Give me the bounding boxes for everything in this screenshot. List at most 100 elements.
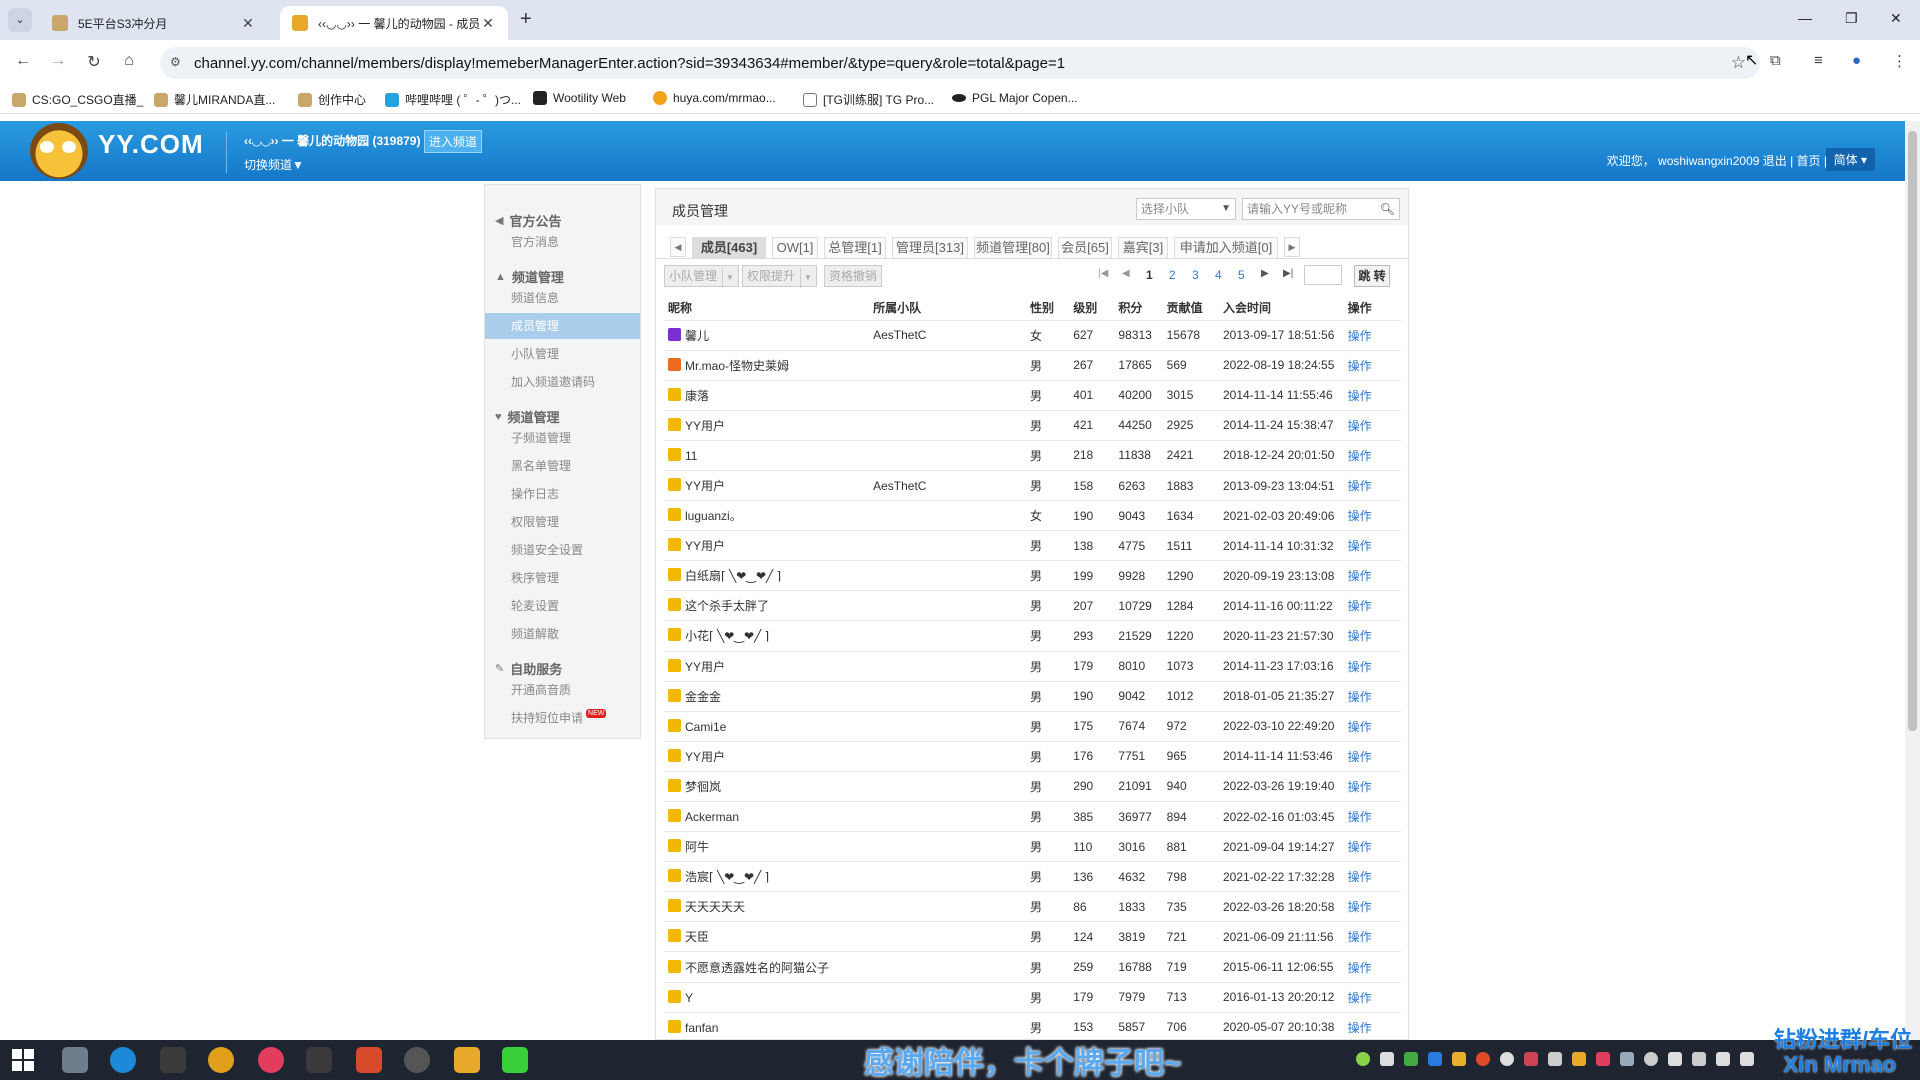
reading-list-icon[interactable]: ≡ bbox=[1814, 52, 1823, 69]
browser-tab-yy[interactable]: ‹‹◡◡›› 一 馨儿的动物园 - 成员管 ✕ bbox=[280, 6, 508, 40]
enter-channel-button[interactable]: 进入频道 bbox=[424, 130, 483, 153]
operate-link[interactable]: 操作 bbox=[1348, 961, 1372, 975]
tray-music-icon[interactable] bbox=[1596, 1052, 1610, 1066]
sidebar-item-dissolve[interactable]: 频道解散 bbox=[485, 621, 640, 647]
member-operate-link[interactable]: 操作 bbox=[1343, 500, 1401, 532]
tray-app-icon[interactable] bbox=[1476, 1052, 1490, 1066]
first-page-icon[interactable]: |◀ bbox=[1098, 268, 1108, 279]
member-operate-link[interactable]: 操作 bbox=[1343, 681, 1401, 712]
last-page-icon[interactable]: ▶| bbox=[1283, 268, 1293, 279]
close-window-icon[interactable]: ✕ bbox=[1890, 10, 1902, 27]
extensions-puzzle-icon[interactable]: ⧉ bbox=[1770, 52, 1781, 69]
5e-app-icon[interactable] bbox=[160, 1047, 186, 1073]
yy-mascot-logo-icon[interactable] bbox=[30, 123, 88, 179]
bookmark-item[interactable]: 哔哩哔哩 ( ゜- ゜)つ... bbox=[385, 91, 521, 108]
page-number[interactable]: 1 bbox=[1146, 268, 1153, 282]
tray-app-icon[interactable] bbox=[1500, 1052, 1514, 1066]
kook-app-icon[interactable] bbox=[502, 1047, 528, 1073]
page-number-input[interactable] bbox=[1304, 265, 1342, 285]
member-operate-link[interactable]: 操作 bbox=[1343, 530, 1401, 562]
sidebar-group-channel-admin[interactable]: ♥ 频道管理 bbox=[495, 407, 560, 426]
operate-link[interactable]: 操作 bbox=[1348, 539, 1372, 553]
member-operate-link[interactable]: 操作 bbox=[1343, 951, 1401, 983]
sidebar-item-subchannel[interactable]: 子频道管理 bbox=[485, 425, 640, 451]
operate-link[interactable]: 操作 bbox=[1348, 720, 1372, 734]
site-info-icon[interactable]: ⚙ bbox=[170, 55, 181, 69]
welcome-user-links[interactable]: 欢迎您， woshiwangxin2009 退出 | 首页 | bbox=[1607, 152, 1827, 169]
sidebar-item-short-id[interactable]: 扶持短位申请 NEW bbox=[485, 705, 640, 731]
tray-app-icon[interactable] bbox=[1644, 1052, 1658, 1066]
sidebar-group-self-service[interactable]: ✎ 自助服务 bbox=[495, 659, 562, 678]
sidebar-item-hq-audio[interactable]: 开通高音质 bbox=[485, 677, 640, 703]
sidebar-item-team-manage[interactable]: 小队管理 bbox=[485, 341, 640, 367]
member-operate-link[interactable]: 操作 bbox=[1343, 440, 1401, 471]
page-scrollbar[interactable] bbox=[1905, 121, 1920, 1040]
sidebar-item-mic-queue[interactable]: 轮麦设置 bbox=[485, 593, 640, 619]
steam-icon[interactable] bbox=[1620, 1052, 1634, 1066]
operate-link[interactable]: 操作 bbox=[1348, 660, 1372, 674]
promote-button[interactable]: 权限提升 ▼ bbox=[742, 265, 817, 288]
operate-link[interactable]: 操作 bbox=[1348, 599, 1372, 613]
scrollbar-thumb[interactable] bbox=[1908, 131, 1917, 731]
close-tab-icon[interactable]: ✕ bbox=[480, 15, 496, 32]
sidebar-item-invite-code[interactable]: 加入频道邀请码 bbox=[485, 369, 640, 395]
tab-channel-managers[interactable]: 频道管理[80] bbox=[974, 237, 1052, 259]
home-icon[interactable]: ⌂ bbox=[118, 52, 140, 70]
obs-studio-icon[interactable] bbox=[404, 1047, 430, 1073]
league-client-icon[interactable] bbox=[306, 1047, 332, 1073]
sidebar-group-announcement[interactable]: ◀ 官方公告 bbox=[495, 211, 561, 230]
operate-link[interactable]: 操作 bbox=[1348, 870, 1372, 884]
page-number[interactable]: 3 bbox=[1192, 268, 1199, 282]
member-operate-link[interactable]: 操作 bbox=[1343, 590, 1401, 622]
operate-link[interactable]: 操作 bbox=[1348, 810, 1372, 824]
bluetooth-icon[interactable] bbox=[1428, 1052, 1442, 1066]
tab-admins[interactable]: 管理员[313] bbox=[892, 237, 968, 259]
tray-app-icon[interactable] bbox=[1524, 1052, 1538, 1066]
tab-general-manager[interactable]: 总管理[1] bbox=[824, 237, 886, 259]
operate-link[interactable]: 操作 bbox=[1348, 449, 1372, 463]
member-operate-link[interactable]: 操作 bbox=[1343, 470, 1401, 502]
member-operate-link[interactable]: 操作 bbox=[1343, 921, 1401, 953]
bookmark-item[interactable]: [TG训练服] TG Pro... bbox=[803, 91, 934, 108]
back-arrow-icon[interactable]: ← bbox=[12, 52, 34, 70]
new-tab-plus-icon[interactable]: + bbox=[520, 8, 532, 31]
member-operate-link[interactable]: 操作 bbox=[1343, 831, 1401, 863]
edge-browser-icon[interactable] bbox=[110, 1047, 136, 1073]
member-operate-link[interactable]: 操作 bbox=[1343, 771, 1401, 803]
chrome-browser-icon[interactable] bbox=[208, 1047, 234, 1073]
member-operate-link[interactable]: 操作 bbox=[1343, 350, 1401, 381]
close-tab-icon[interactable]: ✕ bbox=[240, 15, 256, 32]
operate-link[interactable]: 操作 bbox=[1348, 389, 1372, 403]
tabs-scroll-right-icon[interactable]: ▶ bbox=[1284, 237, 1300, 257]
member-operate-link[interactable]: 操作 bbox=[1343, 891, 1401, 923]
jump-page-button[interactable]: 跳 转 bbox=[1354, 265, 1390, 287]
member-operate-link[interactable]: 操作 bbox=[1343, 711, 1401, 742]
bookmark-item[interactable]: CS:GO_CSGO直播_ bbox=[12, 91, 143, 108]
tray-app-icon[interactable] bbox=[1404, 1052, 1418, 1066]
profile-avatar-icon[interactable]: ● bbox=[1852, 52, 1861, 69]
page-number[interactable]: 2 bbox=[1169, 268, 1176, 282]
sidebar-item-member-manage[interactable]: 成员管理 bbox=[485, 313, 640, 339]
team-select-dropdown[interactable]: 选择小队 ▼ bbox=[1136, 198, 1236, 220]
page-number[interactable]: 4 bbox=[1215, 268, 1222, 282]
operate-link[interactable]: 操作 bbox=[1348, 991, 1372, 1005]
microphone-icon[interactable] bbox=[1668, 1052, 1682, 1066]
tab-members[interactable]: 成员[463] bbox=[692, 237, 766, 259]
windows-start-icon[interactable] bbox=[12, 1049, 34, 1071]
tray-app-icon[interactable] bbox=[1452, 1052, 1466, 1066]
browser-tab-5e[interactable]: 5E平台S3冲分月 ✕ bbox=[40, 6, 268, 40]
sidebar-item-op-log[interactable]: 操作日志 bbox=[485, 481, 640, 507]
bookmark-item[interactable]: 馨儿MIRANDA直... bbox=[154, 91, 275, 108]
tray-app-icon[interactable] bbox=[1548, 1052, 1562, 1066]
ime-indicator-icon[interactable] bbox=[1740, 1052, 1754, 1066]
forward-arrow-icon[interactable]: → bbox=[47, 52, 69, 70]
tab-vip[interactable]: 会员[65] bbox=[1058, 237, 1112, 259]
member-operate-link[interactable]: 操作 bbox=[1343, 861, 1401, 893]
bookmark-item[interactable]: Wootility Web bbox=[533, 91, 626, 105]
operate-link[interactable]: 操作 bbox=[1348, 750, 1372, 764]
bookmark-item[interactable]: huya.com/mrmao... bbox=[653, 91, 776, 105]
operate-link[interactable]: 操作 bbox=[1348, 690, 1372, 704]
yy-app-icon[interactable] bbox=[454, 1047, 480, 1073]
pen-app-icon[interactable] bbox=[62, 1047, 88, 1073]
reload-icon[interactable]: ↻ bbox=[83, 52, 105, 72]
